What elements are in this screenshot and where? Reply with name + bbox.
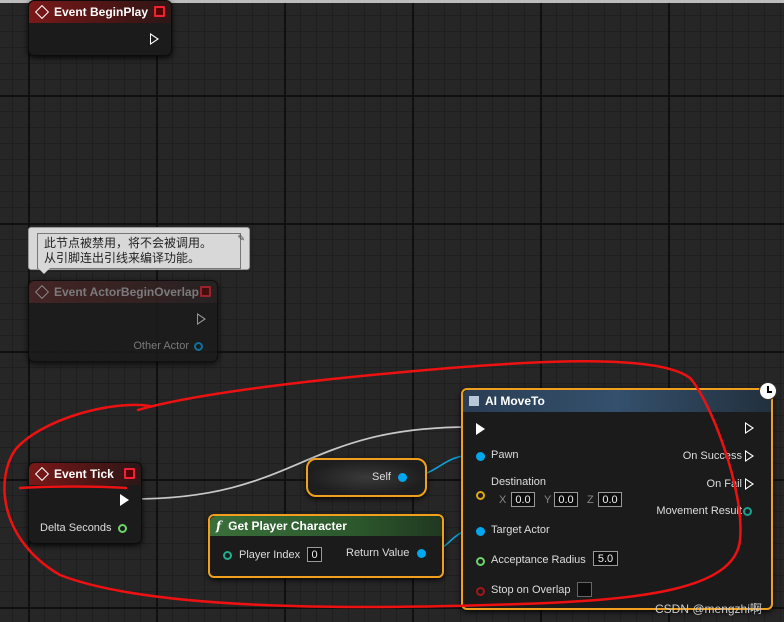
red-annotation-underline — [18, 485, 128, 490]
annotation-layer — [3, 360, 742, 609]
red-annotation-loop — [3, 360, 742, 609]
watermark-text: CSDN @mengzhi啊 — [655, 602, 762, 616]
